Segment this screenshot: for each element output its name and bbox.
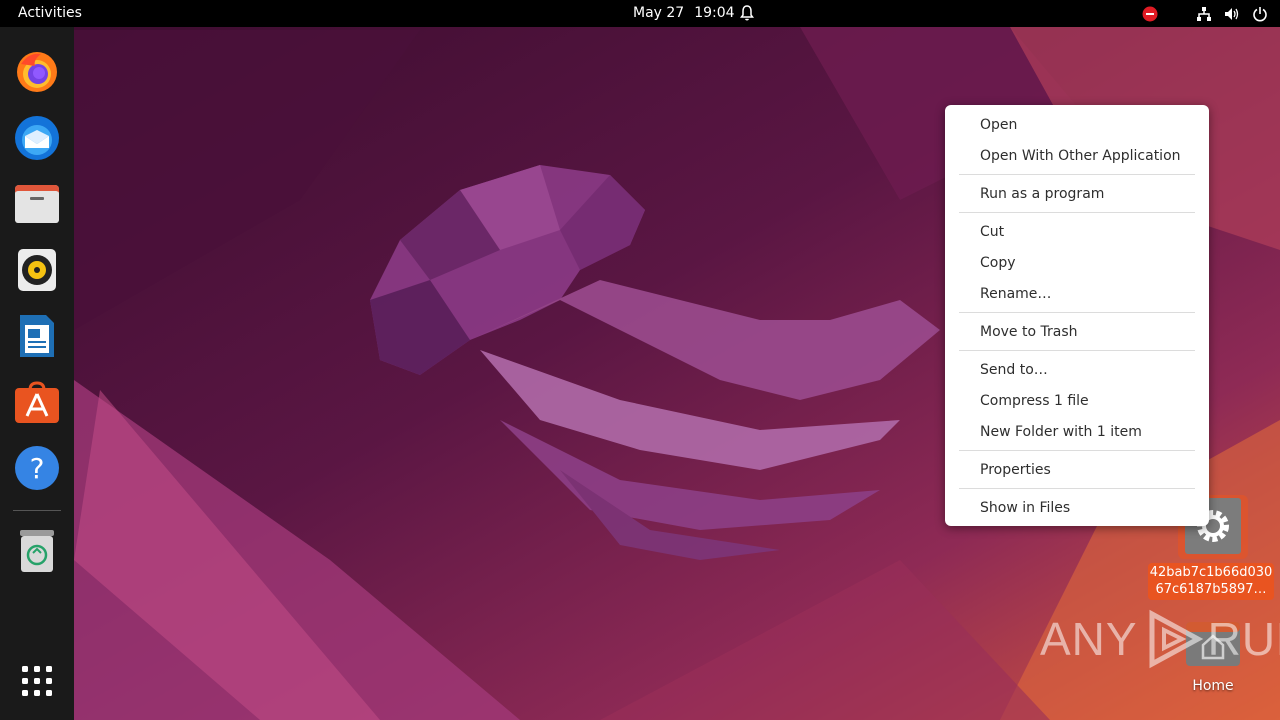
menu-separator bbox=[959, 212, 1195, 213]
top-bar: Activities May 27 19:04 bbox=[0, 0, 1280, 27]
menu-item-open[interactable]: Open bbox=[980, 113, 1017, 137]
dock-separator bbox=[13, 510, 61, 511]
show-apps-button[interactable] bbox=[11, 655, 63, 707]
libreoffice-writer-icon bbox=[20, 315, 54, 357]
menu-item-move-to-trash[interactable]: Move to Trash bbox=[980, 320, 1078, 344]
dock-files[interactable] bbox=[11, 178, 63, 230]
context-menu: Open Open With Other Application Run as … bbox=[945, 105, 1209, 526]
menu-item-compress[interactable]: Compress 1 file bbox=[980, 389, 1089, 413]
menu-item-run-as-program[interactable]: Run as a program bbox=[980, 182, 1104, 206]
dock: ? bbox=[0, 27, 74, 720]
files-icon bbox=[15, 185, 59, 223]
firefox-icon bbox=[17, 52, 57, 92]
dock-libreoffice-writer[interactable] bbox=[11, 310, 63, 362]
clock-button[interactable]: May 27 19:04 bbox=[633, 0, 735, 27]
date-label: May 27 bbox=[633, 5, 685, 21]
show-apps-icon bbox=[22, 666, 52, 696]
dock-help[interactable]: ? bbox=[11, 442, 63, 494]
dock-trash[interactable] bbox=[11, 525, 63, 577]
menu-item-properties[interactable]: Properties bbox=[980, 458, 1051, 482]
watermark-play-icon bbox=[1149, 609, 1203, 669]
notification-bell-icon bbox=[740, 5, 754, 21]
menu-separator bbox=[959, 450, 1195, 451]
menu-item-rename[interactable]: Rename… bbox=[980, 282, 1051, 306]
dock-rhythmbox[interactable] bbox=[11, 244, 63, 296]
menu-item-copy[interactable]: Copy bbox=[980, 251, 1016, 275]
app-center-icon bbox=[15, 381, 59, 423]
menu-separator bbox=[959, 488, 1195, 489]
activities-button[interactable]: Activities bbox=[18, 0, 82, 27]
system-tray[interactable] bbox=[1142, 0, 1268, 27]
menu-item-new-folder-with-item[interactable]: New Folder with 1 item bbox=[980, 420, 1142, 444]
menu-separator bbox=[959, 350, 1195, 351]
dock-app-center[interactable] bbox=[11, 376, 63, 428]
do-not-disturb-icon bbox=[1142, 6, 1158, 21]
menu-separator bbox=[959, 174, 1195, 175]
menu-item-cut[interactable]: Cut bbox=[980, 220, 1004, 244]
volume-icon bbox=[1225, 7, 1239, 20]
trash-icon bbox=[20, 530, 54, 572]
desktop-home-label[interactable]: Home bbox=[1180, 678, 1246, 694]
power-icon bbox=[1253, 6, 1267, 21]
dock-thunderbird[interactable] bbox=[11, 112, 63, 164]
network-icon bbox=[1197, 6, 1211, 21]
menu-separator bbox=[959, 312, 1195, 313]
thunderbird-icon bbox=[15, 116, 59, 160]
time-label: 19:04 bbox=[694, 5, 735, 21]
watermark-right-text: RUN bbox=[1207, 613, 1280, 665]
anyrun-watermark: ANY RUN bbox=[1040, 608, 1280, 670]
desktop-file-label[interactable]: 42bab7c1b66d03067c6187b5897… bbox=[1148, 563, 1274, 600]
rhythmbox-icon bbox=[18, 249, 56, 291]
help-icon: ? bbox=[15, 446, 59, 490]
watermark-left-text: ANY bbox=[1040, 613, 1138, 665]
svg-text:?: ? bbox=[30, 452, 45, 485]
dock-firefox[interactable] bbox=[11, 46, 63, 98]
menu-item-show-in-files[interactable]: Show in Files bbox=[980, 496, 1070, 520]
menu-item-send-to[interactable]: Send to… bbox=[980, 358, 1048, 382]
menu-item-open-with[interactable]: Open With Other Application bbox=[980, 144, 1181, 168]
